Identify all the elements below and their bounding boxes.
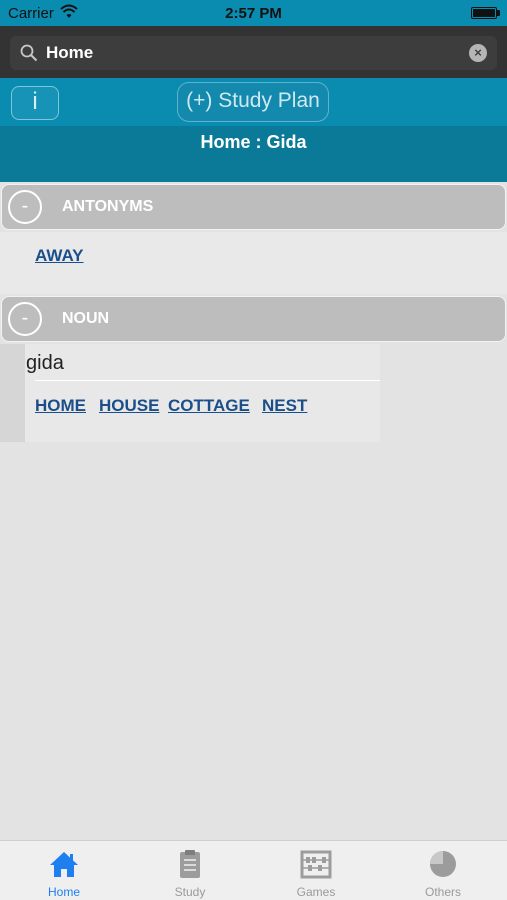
divider	[35, 380, 380, 381]
title-bar: Home : Gida	[0, 126, 507, 182]
search-icon	[20, 44, 38, 62]
tab-label: Study	[174, 885, 206, 899]
clear-icon[interactable]: ×	[469, 44, 487, 62]
tab-games[interactable]: Games	[253, 841, 379, 900]
pie-icon	[430, 851, 456, 877]
battery-icon	[471, 7, 497, 19]
tab-bar: Home Study Games Others	[0, 840, 507, 900]
term-text: gida	[26, 352, 64, 374]
search-input[interactable]	[46, 36, 456, 70]
noun-section-header[interactable]: - NOUN	[1, 296, 506, 342]
clipboard-icon	[180, 850, 200, 878]
synonym-link[interactable]: COTTAGE	[168, 396, 250, 416]
battery-tip	[497, 10, 500, 16]
noun-body: gida HOME HOUSE COTTAGE NEST	[0, 344, 380, 442]
synonym-link[interactable]: HOME	[35, 396, 86, 416]
antonyms-section-header[interactable]: - ANTONYMS	[1, 184, 506, 230]
home-icon	[50, 852, 78, 877]
tab-label: Home	[47, 885, 80, 899]
search-bar: ×	[0, 26, 507, 78]
page-title: Home : Gida	[200, 132, 307, 152]
collapse-button[interactable]: -	[8, 190, 42, 224]
collapse-button[interactable]: -	[8, 302, 42, 336]
section-label: ANTONYMS	[62, 198, 154, 215]
tab-home[interactable]: Home	[1, 841, 127, 900]
tab-label: Others	[424, 885, 461, 899]
toolbar: i (+) Study Plan	[0, 78, 507, 126]
indent-bar	[0, 344, 25, 442]
tab-label: Games	[296, 885, 336, 899]
info-button[interactable]: i	[11, 86, 59, 120]
antonym-link[interactable]: AWAY	[35, 246, 84, 266]
abacus-icon	[300, 850, 332, 879]
synonym-link[interactable]: NEST	[262, 396, 307, 416]
study-plan-button[interactable]: (+) Study Plan	[177, 82, 329, 122]
antonyms-body: AWAY	[0, 232, 507, 294]
section-label: NOUN	[62, 310, 110, 327]
search-box[interactable]: ×	[10, 36, 497, 70]
status-time: 2:57 PM	[225, 5, 282, 22]
synonym-link[interactable]: HOUSE	[99, 396, 159, 416]
tab-study[interactable]: Study	[127, 841, 253, 900]
status-bar: Carrier 2:57 PM	[0, 0, 507, 26]
tab-others[interactable]: Others	[380, 841, 506, 900]
definition-card: gida HOME HOUSE COTTAGE NEST	[25, 344, 380, 442]
